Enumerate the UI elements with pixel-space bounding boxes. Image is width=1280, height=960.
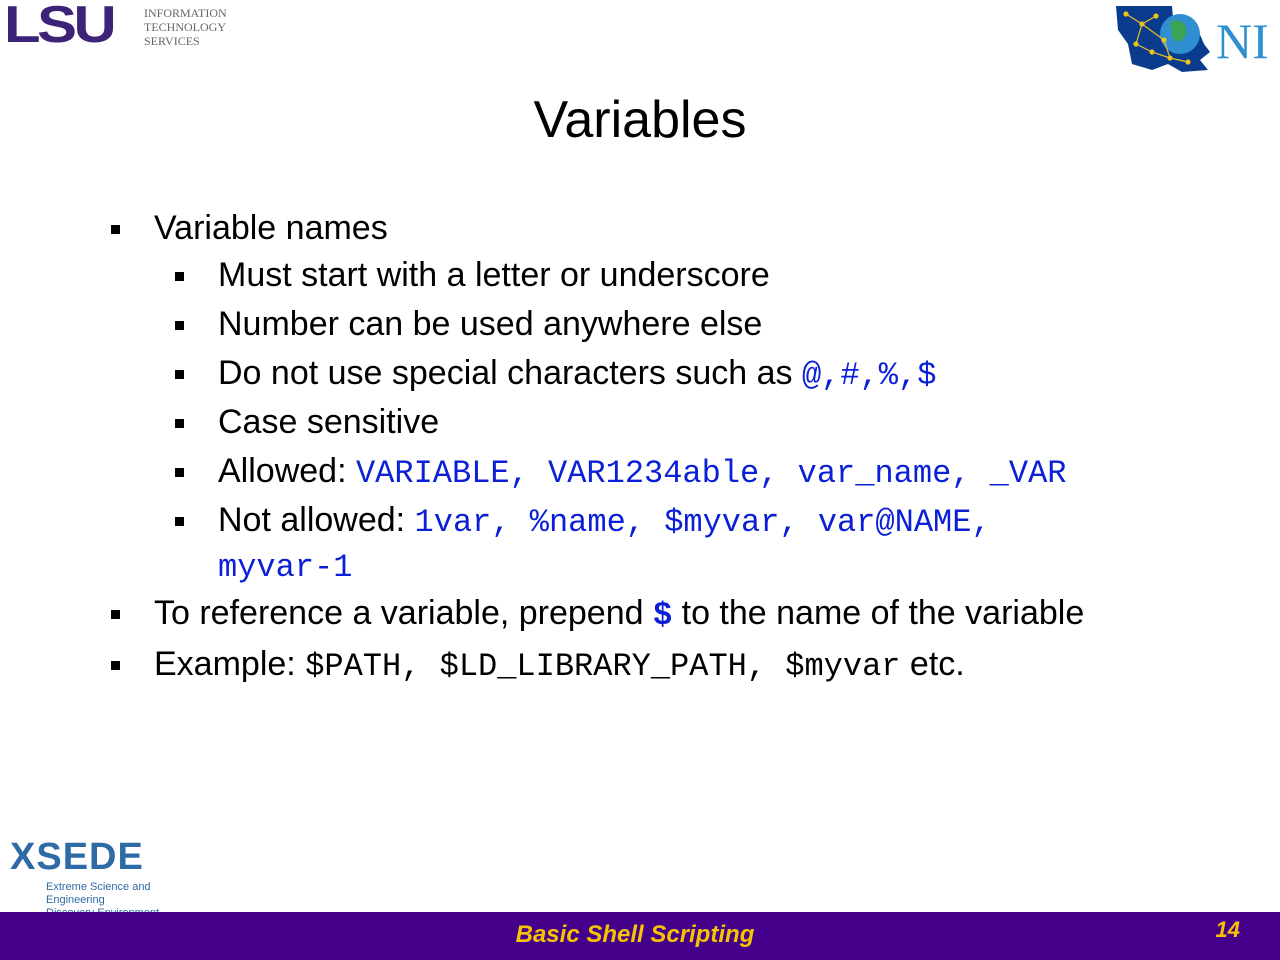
page-number: 14 (1215, 917, 1240, 942)
bullet-rule-case: Case sensitive (218, 403, 440, 441)
bullet-not-allowed: Not allowed: 1var, %name, $myvar, var@NA… (218, 501, 991, 541)
bullet-variable-names: Variable names (154, 209, 388, 247)
bullet-rule-start: Must start with a letter or underscore (218, 256, 770, 294)
lsu-subtitle: INFORMATION TECHNOLOGY SERVICES (144, 6, 227, 48)
footer-title: Basic Shell Scripting (515, 921, 755, 948)
lsu-wordmark: LSU (4, 0, 117, 54)
footer-bar: Basic Shell Scripting 14 (0, 912, 1280, 960)
allowed-code: VARIABLE, VAR1234able, var_name, _VAR (355, 455, 1067, 492)
lsu-logo: LSU INFORMATION TECHNOLOGY SERVICES (4, 0, 227, 52)
bullet-marker (175, 272, 184, 281)
svg-text:NI: NI (1216, 13, 1269, 69)
bullet-marker (175, 370, 184, 379)
slide-title: Variables (533, 91, 747, 149)
not-allowed-code: 1var, %name, $myvar, var@NAME, (414, 504, 991, 541)
bullet-rule-special: Do not use special characters such as @,… (218, 354, 937, 394)
example-code: $PATH, $LD_LIBRARY_PATH, $myvar (305, 648, 901, 685)
bullet-marker (111, 610, 120, 619)
xsede-logo: XSEDE Extreme Science and Engineering Di… (10, 836, 210, 919)
bullet-reference: To reference a variable, prepend $ to th… (154, 594, 1085, 634)
xsede-wordmark: XSEDE (10, 836, 144, 878)
bullet-marker (111, 225, 120, 234)
bullet-rule-number: Number can be used anywhere else (218, 305, 763, 343)
bullet-marker (175, 517, 184, 526)
bullet-example: Example: $PATH, $LD_LIBRARY_PATH, $myvar… (154, 645, 965, 685)
bullet-not-allowed-cont: myvar-1 (218, 545, 352, 588)
bullet-marker (175, 321, 184, 330)
not-allowed-code-cont: myvar-1 (218, 549, 353, 586)
special-chars-code: @,#,%,$ (801, 357, 937, 394)
dollar-code: $ (652, 597, 673, 634)
bullet-marker (111, 661, 120, 670)
loni-logo: NI (1116, 6, 1269, 72)
bullet-allowed: Allowed: VARIABLE, VAR1234able, var_name… (218, 452, 1067, 492)
bullet-marker (175, 419, 184, 428)
bullet-marker (175, 468, 184, 477)
